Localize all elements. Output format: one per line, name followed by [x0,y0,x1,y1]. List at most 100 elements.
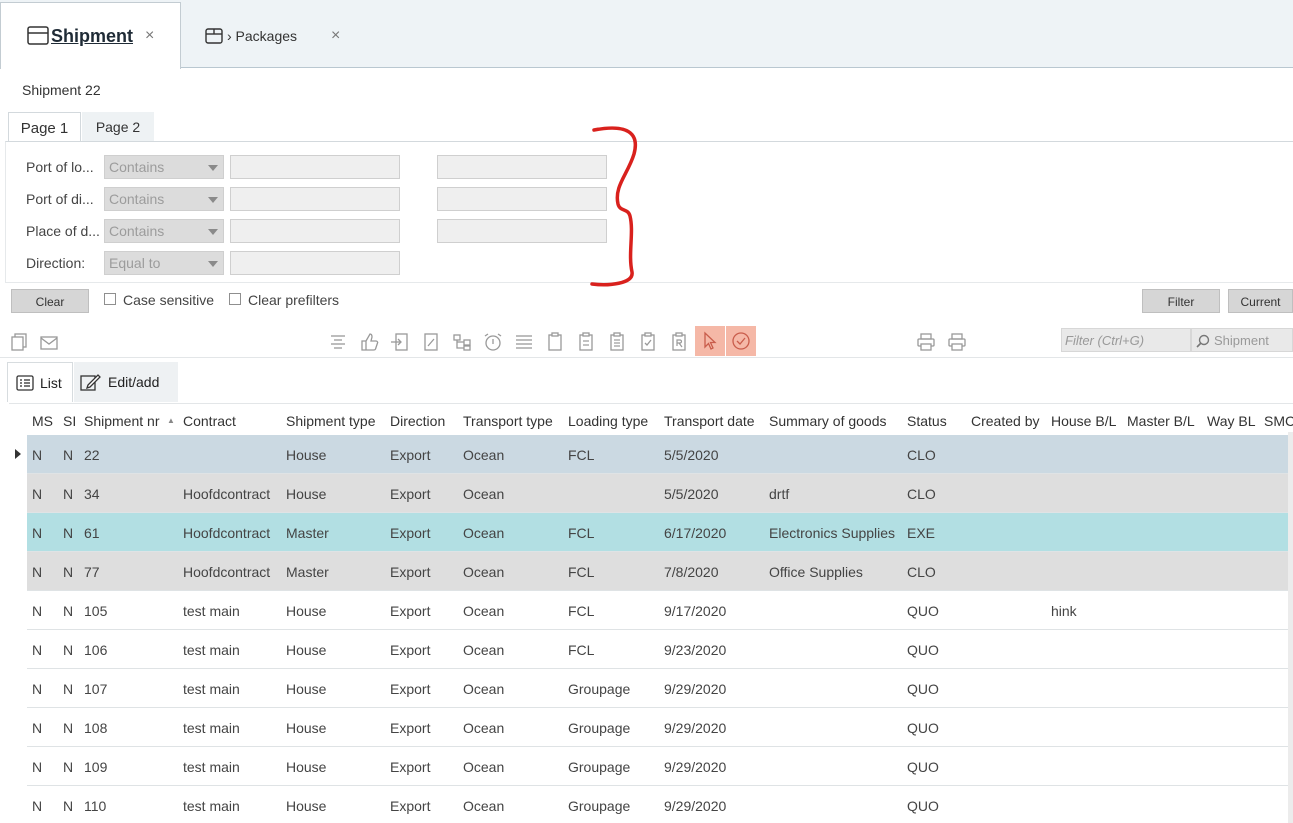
filter-value-input[interactable] [230,219,400,243]
column-header[interactable]: Status [907,413,947,429]
hierarchy-icon[interactable] [451,330,473,354]
column-header[interactable]: House B/L [1051,413,1116,429]
cell-status: EXE [907,525,936,541]
table-row[interactable]: N N 108 test main House Export Ocean Groupage 9/… [27,708,1293,747]
tab-page-2[interactable]: Page 2 [82,112,154,142]
align-icon[interactable] [327,330,349,354]
column-header[interactable]: Way BL [1207,413,1256,429]
column-header[interactable]: Master B/L [1127,413,1195,429]
cell-direction: Export [390,564,431,580]
cell-contract: test main [183,603,240,619]
cell-date: 9/29/2020 [664,759,727,775]
check-circle-icon[interactable] [726,326,756,356]
column-header[interactable]: Direction [390,413,445,429]
filter-operator-select[interactable]: Contains [104,219,224,243]
sort-ascending-icon: ▲ [167,416,175,425]
table-row[interactable]: N N 22 House Export Ocean FCL 5/5/2020 CLO [27,435,1293,474]
table-row[interactable]: N N 105 test main House Export Ocean FCL 9/17/20… [27,591,1293,630]
mail-icon[interactable] [38,330,60,354]
filter-value-input[interactable] [230,251,400,275]
tab-packages[interactable]: › Packages × [181,2,361,68]
filter-value-input-2[interactable] [437,155,607,179]
table-row[interactable]: N N 106 test main House Export Ocean FCL 9/23/20… [27,630,1293,669]
clear-prefilters-checkbox[interactable] [229,293,241,305]
column-header[interactable]: SI [63,413,76,429]
clipboard-rx-icon[interactable] [668,330,690,354]
cell-transport: Ocean [463,525,505,541]
table-row[interactable]: N N 109 test main House Export Ocean Groupage 9/… [27,747,1293,786]
column-header[interactable]: Shipment type [286,413,376,429]
column-header[interactable]: Contract [183,413,236,429]
list-view-icon [16,374,34,391]
filter-operator-select[interactable]: Equal to [104,251,224,275]
column-header[interactable]: MS [32,413,53,429]
table-row[interactable]: N N 61 Hoofdcontract Master Export Ocean FCL 6/1… [27,513,1293,552]
close-icon[interactable]: × [331,27,340,45]
search-input[interactable]: Filter (Ctrl+G) [1061,328,1191,352]
column-header[interactable]: Transport date [664,413,755,429]
filter-value-input[interactable] [230,155,400,179]
cell-goods: Electronics Supplies [769,525,896,541]
cell-contract: Hoofdcontract [183,564,271,580]
close-icon[interactable]: × [145,27,154,45]
cell-ms: N [32,447,43,463]
list-icon[interactable] [513,330,535,354]
current-button[interactable]: Current [1228,289,1293,313]
tab-shipment[interactable]: Shipment × [0,2,181,69]
cell-ms: N [32,798,43,814]
edit-document-icon[interactable] [420,330,442,354]
filter-value-input-2[interactable] [437,187,607,211]
cell-type: Master [286,564,329,580]
table-row[interactable]: N N 107 test main House Export Ocean Groupage 9/… [27,669,1293,708]
cell-status: QUO [907,603,939,619]
print-preview-icon[interactable] [946,330,968,354]
filter-label: Port of lo... [26,159,94,175]
table-row[interactable]: N N 77 Hoofdcontract Master Export Ocean FCL 7/8… [27,552,1293,591]
filter-value-input-2[interactable] [437,219,607,243]
table-row[interactable]: N N 34 Hoofdcontract House Export Ocean 5/5/202… [27,474,1293,513]
thumbs-up-icon[interactable] [358,330,380,354]
search-icon [1196,334,1210,348]
tab-packages-label: › Packages [227,28,298,44]
cell-date: 9/29/2020 [664,681,727,697]
cell-si: N [63,525,74,541]
tab-page-1[interactable]: Page 1 [8,112,81,142]
clipboard-check-icon[interactable] [637,330,659,354]
cell-ms: N [32,525,43,541]
cell-goods: drtf [769,486,790,502]
cell-status: QUO [907,798,939,814]
clear-button[interactable]: Clear [11,289,89,313]
clipboard-checklist-icon[interactable] [606,330,628,354]
search-scope-select[interactable]: Shipment [1191,328,1293,352]
column-header[interactable]: Transport type [463,413,553,429]
filter-value-input[interactable] [230,187,400,211]
alarm-icon[interactable] [482,330,504,354]
filter-operator-select[interactable]: Contains [104,155,224,179]
column-header[interactable]: SMC [1264,413,1293,429]
copy-icon[interactable] [8,330,30,354]
filter-button[interactable]: Filter [1142,289,1220,313]
column-header[interactable]: Created by [971,413,1039,429]
print-icon[interactable] [915,330,937,354]
clipboard-list-icon[interactable] [575,330,597,354]
import-icon[interactable] [389,330,411,354]
case-sensitive-checkbox[interactable] [104,293,116,305]
filter-operator-select[interactable]: Contains [104,187,224,211]
filter-label: Place of d... [26,223,100,239]
clipboard-icon[interactable] [544,330,566,354]
filter-operator-value: Contains [109,223,165,239]
tab-edit-add[interactable]: Edit/add [74,362,178,402]
tab-list[interactable]: List [7,362,73,402]
column-header[interactable]: Shipment nr [84,413,159,429]
cell-loading: FCL [568,525,595,541]
cell-transport: Ocean [463,486,505,502]
pointer-icon[interactable] [695,326,725,356]
filter-panel: Port of lo... Contains Port of di... Con… [5,141,1293,283]
column-header[interactable]: Loading type [568,413,648,429]
cell-loading: FCL [568,564,595,580]
table-row[interactable]: N N 110 test main House Export Ocean Groupage 9/… [27,786,1293,823]
cell-si: N [63,447,74,463]
cell-ms: N [32,642,43,658]
column-header[interactable]: Summary of goods [769,413,887,429]
vertical-scrollbar[interactable] [1288,432,1293,823]
